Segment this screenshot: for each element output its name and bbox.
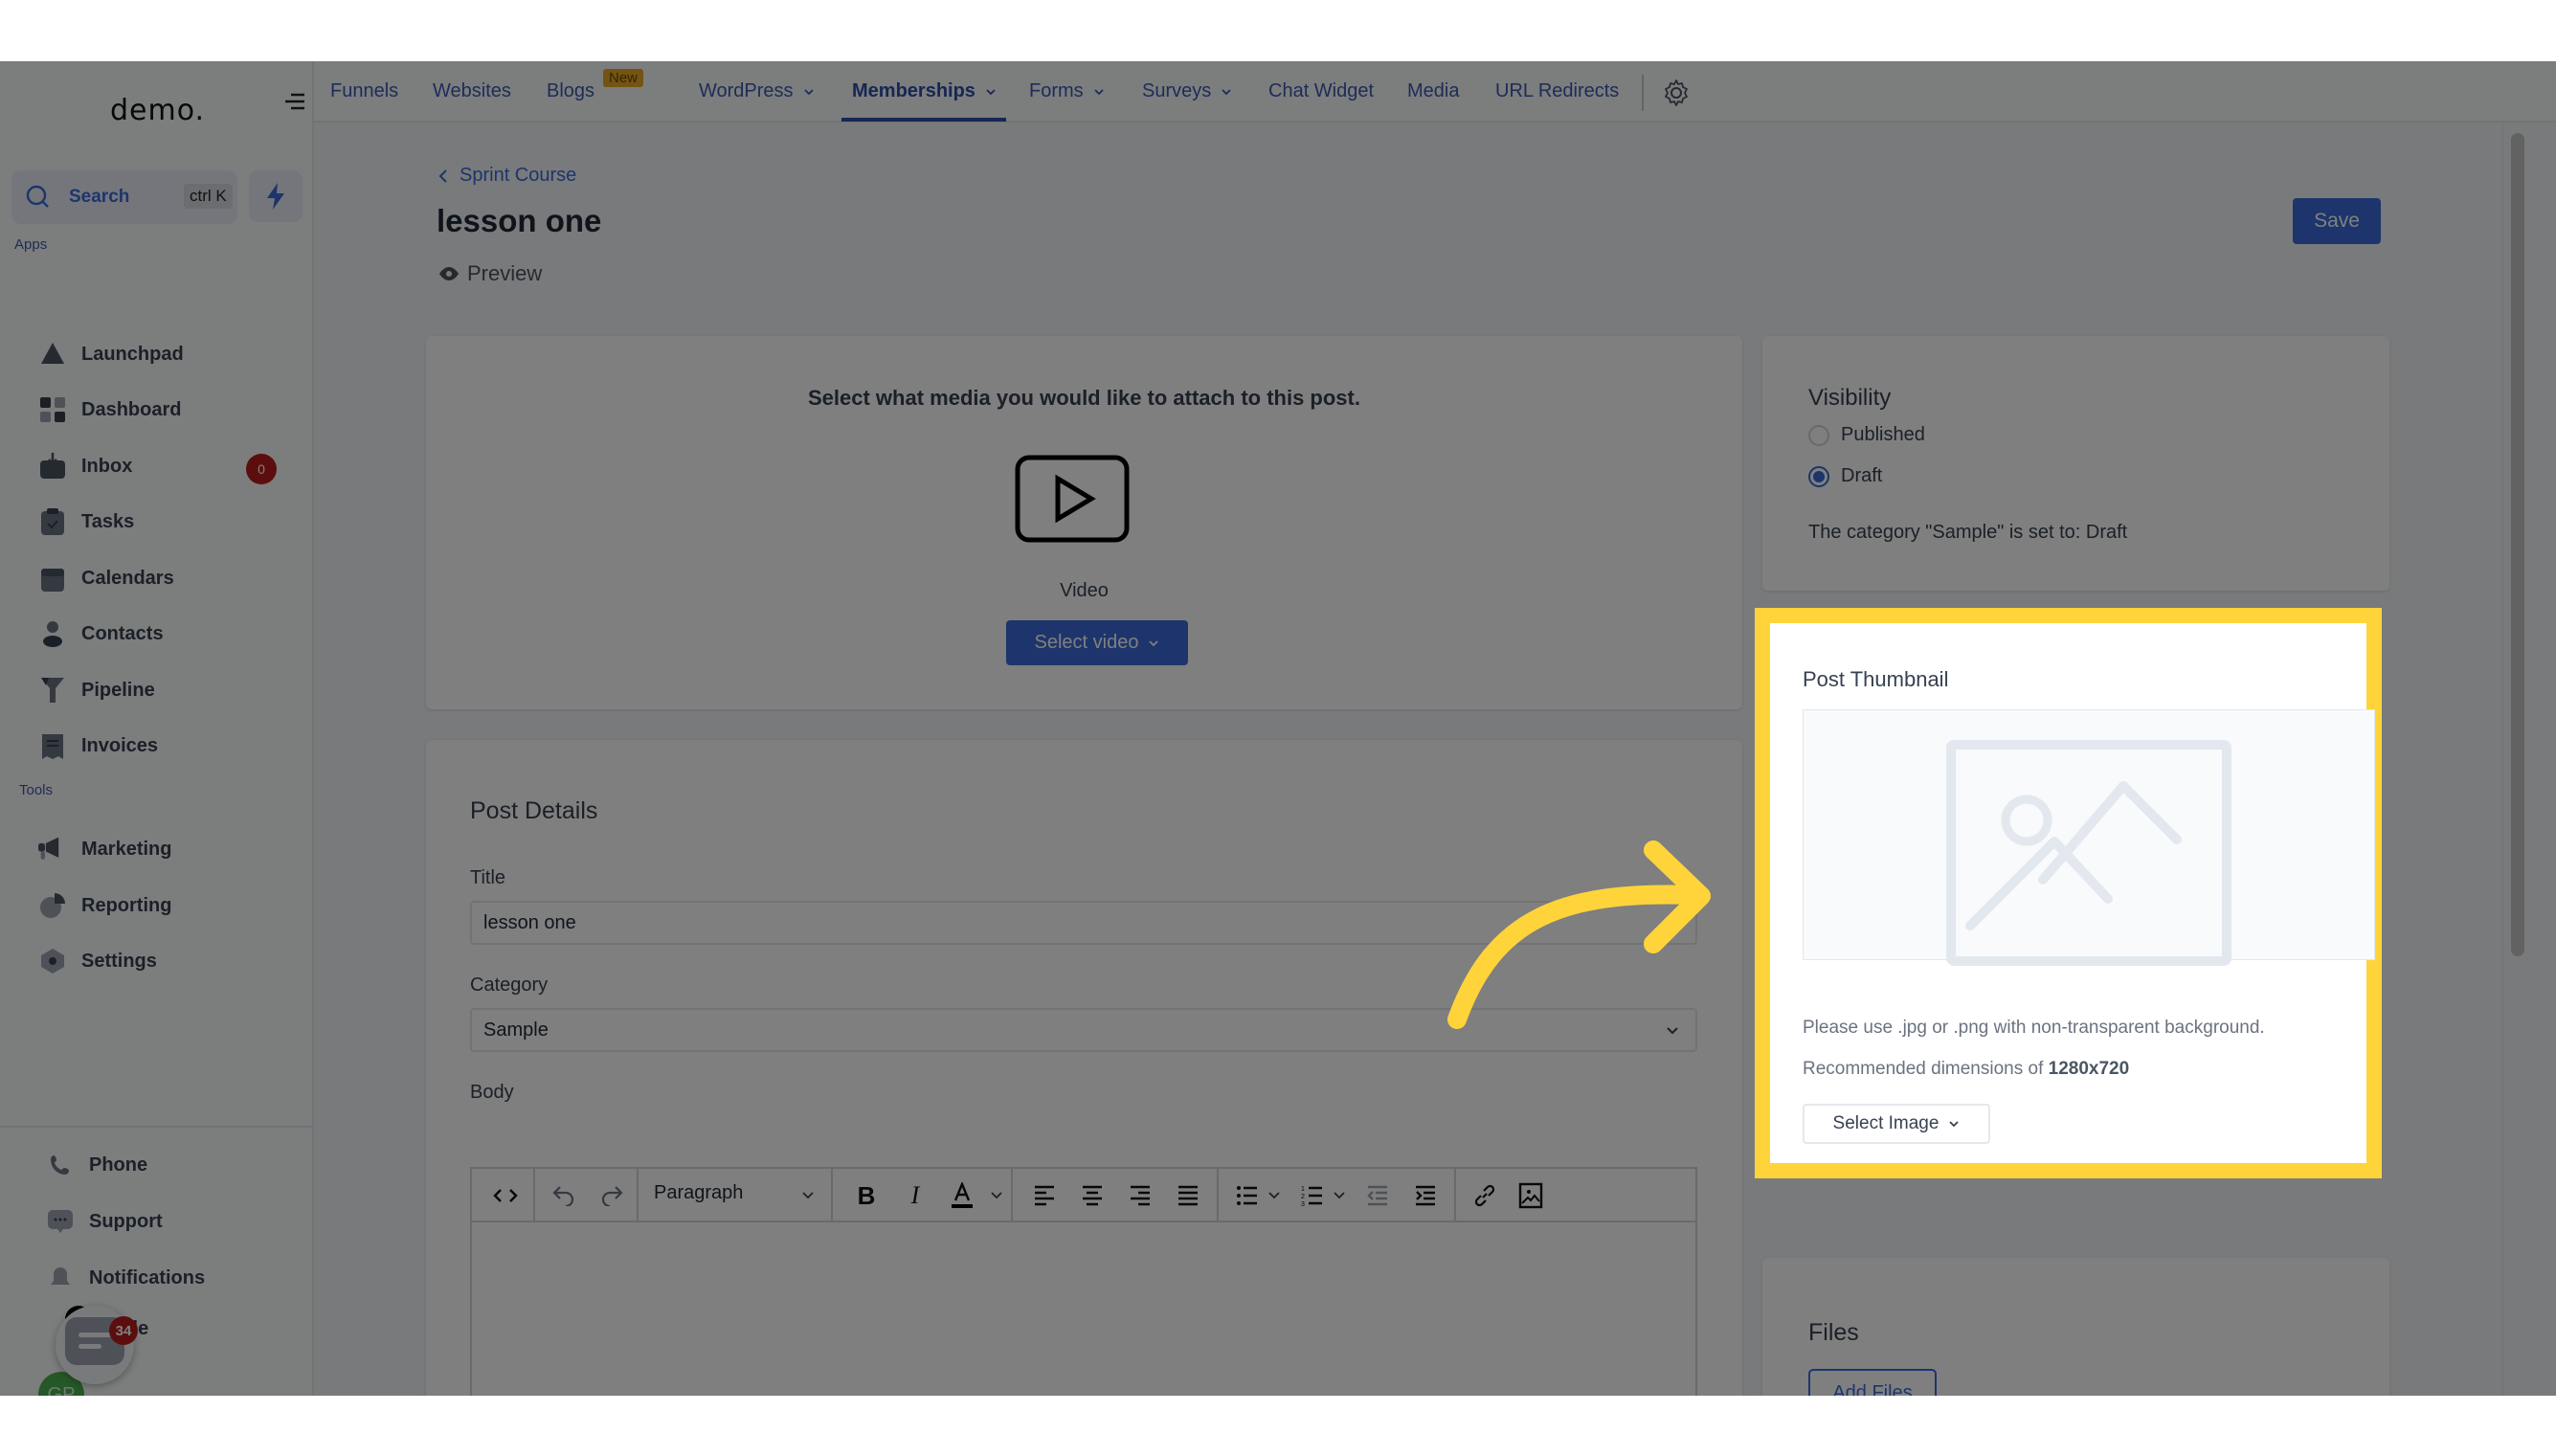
chevron-down-icon (1949, 1121, 1960, 1128)
thumbnail-dropzone[interactable] (1803, 709, 2375, 966)
annotation-arrow-icon (1447, 840, 1711, 1029)
dims-value: 1280x720 (2048, 1059, 2130, 1079)
select-image-label: Select Image (1832, 1113, 1939, 1133)
thumbnail-dimensions-note: Recommended dimensions of 1280x720 (1803, 1059, 2129, 1080)
post-thumbnail-card: Post Thumbnail Please use .jpg or .png w… (1755, 608, 2382, 1178)
dims-prefix: Recommended dimensions of (1803, 1059, 2049, 1079)
thumbnail-format-note: Please use .jpg or .png with non-transpa… (1803, 1018, 2265, 1038)
post-thumbnail-heading: Post Thumbnail (1803, 667, 1949, 691)
select-image-button[interactable]: Select Image (1803, 1104, 1990, 1144)
image-placeholder-icon (1946, 740, 2231, 966)
